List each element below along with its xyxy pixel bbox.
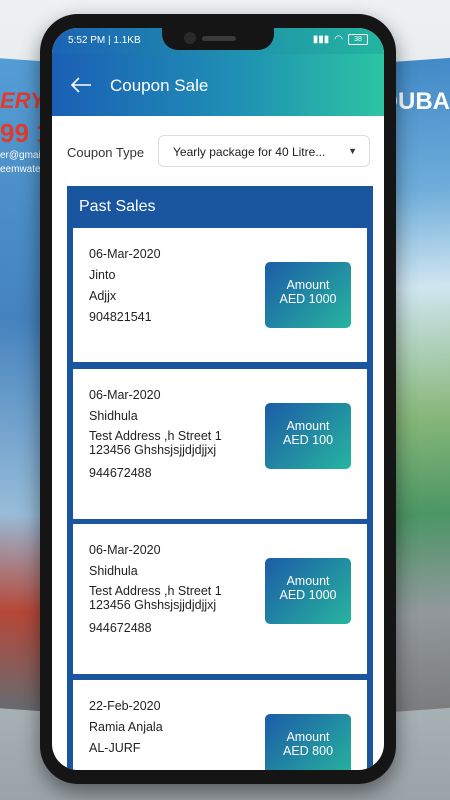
left-poster-heading: ERY: [0, 88, 45, 113]
amount-label: Amount: [286, 574, 330, 588]
amount-button[interactable]: Amount AED 1000: [265, 558, 351, 624]
status-time: 5:52 PM | 1.1KB: [68, 35, 141, 46]
amount-label: Amount: [286, 730, 330, 744]
app-screen: 5:52 PM | 1.1KB ▮▮▮ ◠ 38 Coupon Sale Cou…: [52, 28, 384, 770]
customer-name: Shidhula: [89, 409, 138, 423]
amount-value: AED 800: [282, 744, 334, 758]
sale-details: 06-Mar-2020 Jinto Adjjx 904821541: [89, 244, 161, 328]
sale-date: 06-Mar-2020: [89, 388, 161, 402]
past-sales-panel: Past Sales 06-Mar-2020 Jinto Adjjx 90482…: [67, 186, 373, 770]
customer-name: Shidhula: [89, 564, 138, 578]
customer-address: Test Address ,h Street 1 123456 Ghshsjsj…: [89, 429, 222, 457]
amount-label: Amount: [286, 278, 330, 292]
amount-button[interactable]: Amount AED 1000: [265, 262, 351, 328]
sale-date: 06-Mar-2020: [89, 247, 161, 261]
customer-address: AL-JURF: [89, 741, 141, 755]
sale-card[interactable]: 06-Mar-2020 Jinto Adjjx 904821541 Amount…: [73, 228, 367, 362]
past-sales-title: Past Sales: [79, 198, 156, 215]
left-poster-email: er@gmai: [0, 150, 41, 161]
customer-name: Jinto: [89, 268, 116, 282]
coupon-type-value: Yearly package for 40 Litre...: [173, 145, 326, 159]
sale-details: 06-Mar-2020 Shidhula Test Address ,h Str…: [89, 540, 239, 639]
amount-button[interactable]: Amount AED 800: [265, 714, 351, 770]
customer-name: Ramia Anjala: [89, 720, 163, 734]
customer-address: Adjjx: [89, 289, 117, 303]
sale-card[interactable]: 22-Feb-2020 Ramia Anjala AL-JURF Amount …: [73, 680, 367, 770]
app-bar: Coupon Sale: [52, 54, 384, 116]
amount-button[interactable]: Amount AED 100: [265, 403, 351, 469]
sale-card[interactable]: 06-Mar-2020 Shidhula Test Address ,h Str…: [73, 524, 367, 674]
customer-phone: 904821541: [89, 310, 152, 324]
amount-value: AED 100: [282, 433, 334, 447]
battery-icon: 38: [348, 34, 368, 45]
amount-value: AED 1000: [279, 588, 337, 602]
customer-phone: 944672488: [89, 466, 152, 480]
sale-date: 06-Mar-2020: [89, 543, 161, 557]
front-camera: [184, 32, 196, 44]
chevron-down-icon: ▼: [348, 146, 357, 156]
customer-phone: 944672488: [89, 621, 152, 635]
sale-details: 22-Feb-2020 Ramia Anjala AL-JURF: [89, 696, 163, 759]
phone-frame: 5:52 PM | 1.1KB ▮▮▮ ◠ 38 Coupon Sale Cou…: [40, 14, 396, 784]
coupon-type-filter: Coupon Type Yearly package for 40 Litre.…: [52, 132, 384, 172]
sale-card[interactable]: 06-Mar-2020 Shidhula Test Address ,h Str…: [73, 369, 367, 519]
amount-value: AED 1000: [279, 292, 337, 306]
sale-details: 06-Mar-2020 Shidhula Test Address ,h Str…: [89, 385, 239, 484]
signal-icon: ▮▮▮: [312, 34, 330, 45]
page-title: Coupon Sale: [110, 76, 209, 95]
back-arrow-icon[interactable]: [70, 76, 92, 96]
coupon-type-select[interactable]: Yearly package for 40 Litre... ▼: [158, 135, 370, 167]
customer-address: Test Address ,h Street 1 123456 Ghshsjsj…: [89, 584, 222, 612]
coupon-type-label: Coupon Type: [67, 145, 145, 160]
earpiece-speaker: [202, 36, 236, 41]
wifi-icon: ◠: [334, 34, 343, 45]
sale-date: 22-Feb-2020: [89, 699, 161, 713]
left-poster-web: eemwate: [0, 164, 41, 175]
amount-label: Amount: [286, 419, 330, 433]
status-icons: ▮▮▮ ◠ 38: [313, 34, 368, 45]
